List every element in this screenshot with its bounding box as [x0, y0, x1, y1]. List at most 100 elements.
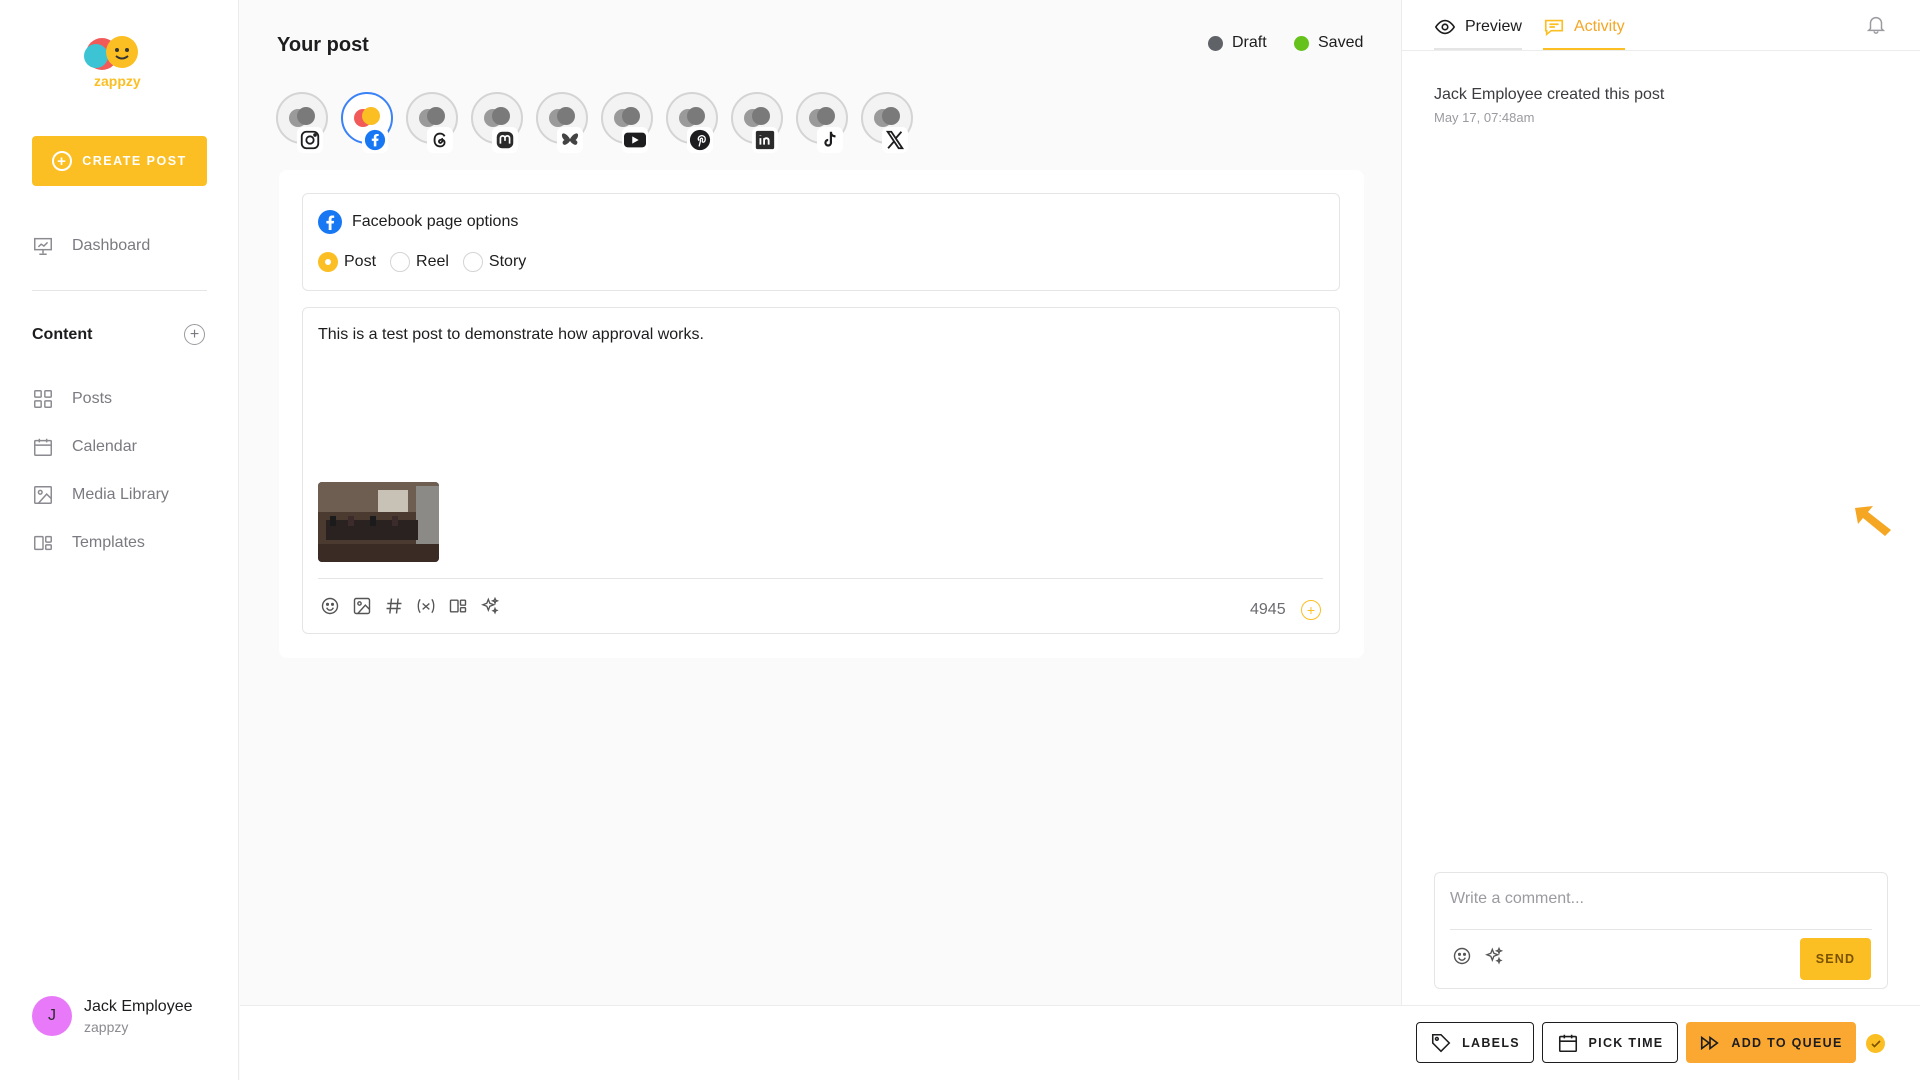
radio-story[interactable]: Story [462, 252, 527, 272]
page-title: Your post [277, 34, 369, 56]
account-instagram[interactable] [276, 92, 329, 153]
avatar: J [32, 996, 72, 1036]
sparkles-icon[interactable] [1482, 944, 1505, 967]
x-icon [882, 127, 908, 153]
facebook-icon [362, 127, 388, 153]
comment-toolbar [1450, 944, 1505, 967]
zappzy-logo[interactable]: zappzy [80, 34, 156, 90]
sparkles-icon[interactable] [478, 594, 501, 617]
pick-time-button[interactable]: PICK TIME [1542, 1022, 1678, 1063]
labels-button[interactable]: LABELS [1416, 1022, 1534, 1063]
radio-post-label: Post [344, 253, 377, 270]
account-selector [276, 92, 914, 153]
user-name: Jack Employee [84, 997, 193, 1015]
account-bluesky[interactable] [536, 92, 589, 153]
editor-toolbar [318, 594, 501, 617]
nav-calendar[interactable]: Calendar [32, 436, 137, 458]
post-text[interactable]: This is a test post to demonstrate how a… [318, 326, 704, 344]
content-section-title: Content [32, 326, 93, 343]
add-to-queue-button[interactable]: ADD TO QUEUE [1686, 1022, 1856, 1063]
templates-icon [34, 535, 52, 551]
variable-icon[interactable] [414, 594, 437, 617]
nav-posts[interactable]: Posts [32, 388, 112, 410]
account-tiktok[interactable] [796, 92, 849, 153]
tag-icon [1432, 1033, 1451, 1052]
create-post-button[interactable]: + CREATE POST [32, 136, 207, 186]
radio-circle [462, 252, 483, 272]
radio-story-label: Story [488, 253, 527, 270]
activity-time: May 17, 07:48am [1434, 110, 1535, 125]
grid-icon [34, 390, 52, 408]
nav-templates-label: Templates [72, 534, 145, 551]
status-saved: Saved [1294, 34, 1363, 52]
tiktok-icon [817, 127, 843, 153]
calendar-icon [1558, 1034, 1577, 1052]
radio-circle [318, 252, 338, 272]
tab-preview-label: Preview [1465, 18, 1522, 35]
user-org: zappzy [84, 1018, 129, 1035]
sidebar: zappzy + CREATE POST Dashboard Content +… [0, 0, 239, 1080]
mastodon-icon [492, 127, 518, 153]
youtube-icon [622, 127, 648, 153]
chat-icon [1544, 19, 1564, 37]
nav-posts-label: Posts [72, 390, 113, 407]
facebook-options-header: Facebook page options [318, 210, 518, 234]
radio-post[interactable]: Post [318, 252, 376, 272]
hashtag-icon[interactable] [382, 594, 405, 617]
plus-circle-icon: + [52, 151, 73, 171]
account-threads[interactable] [406, 92, 459, 153]
tab-activity-label: Activity [1574, 18, 1625, 35]
post-editor[interactable] [302, 307, 1340, 634]
account-facebook[interactable] [341, 92, 394, 153]
character-counter: 4945 [1250, 601, 1286, 618]
linkedin-icon [752, 127, 778, 153]
account-x[interactable] [861, 92, 914, 153]
comment-divider [1450, 929, 1872, 930]
templates-icon[interactable] [446, 594, 469, 617]
saved-dot [1294, 35, 1309, 51]
instagram-icon [297, 127, 323, 153]
emoji-icon[interactable] [318, 594, 341, 617]
nav-templates[interactable]: Templates [32, 532, 145, 554]
bell-icon[interactable] [1865, 13, 1887, 35]
calendar-icon [34, 438, 52, 456]
status-draft: Draft [1208, 34, 1267, 52]
radio-reel[interactable]: Reel [390, 252, 449, 272]
send-button[interactable]: SEND [1800, 938, 1871, 980]
nav-dashboard[interactable]: Dashboard [32, 235, 150, 257]
account-pinterest[interactable] [666, 92, 719, 153]
create-post-label: CREATE POST [82, 154, 187, 168]
emoji-icon[interactable] [1450, 944, 1473, 967]
right-panel [1401, 0, 1920, 1005]
draft-dot [1208, 35, 1223, 51]
eye-icon [1434, 19, 1456, 35]
labels-label: LABELS [1462, 1035, 1520, 1050]
check-circle-icon [1866, 1034, 1885, 1053]
radio-reel-label: Reel [416, 253, 449, 270]
add-content-button[interactable]: + [184, 324, 205, 345]
pinterest-icon [687, 127, 713, 153]
facebook-options-title: Facebook page options [352, 213, 519, 230]
nav-media-library[interactable]: Media Library [32, 484, 169, 506]
image-icon[interactable] [350, 594, 373, 617]
attached-image-thumbnail[interactable] [318, 482, 439, 562]
tabs-divider [1401, 50, 1920, 51]
account-mastodon[interactable] [471, 92, 524, 153]
nav-media-library-label: Media Library [72, 486, 169, 503]
plus-circle-icon[interactable]: + [1301, 600, 1321, 620]
sidebar-divider [32, 290, 207, 291]
bluesky-icon [557, 127, 583, 153]
editor-divider [318, 578, 1323, 579]
facebook-icon [318, 210, 342, 234]
threads-icon [427, 127, 453, 153]
comment-input[interactable] [1450, 890, 1870, 908]
fast-forward-icon [1701, 1035, 1720, 1050]
account-youtube[interactable] [601, 92, 654, 153]
account-linkedin[interactable] [731, 92, 784, 153]
tab-preview[interactable]: Preview [1434, 16, 1522, 50]
user-profile[interactable]: J Jack Employee zappzy [32, 996, 193, 1036]
post-type-radios: Post Reel Story [318, 252, 526, 272]
status-saved-label: Saved [1318, 34, 1364, 51]
activity-entry: Jack Employee created this post [1434, 86, 1665, 103]
tab-activity[interactable]: Activity [1543, 16, 1625, 50]
